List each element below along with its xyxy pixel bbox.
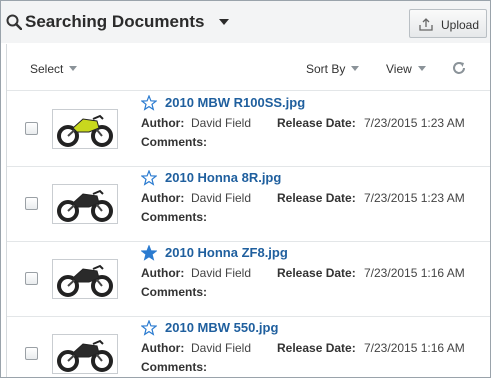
view-label: View [386,62,412,76]
document-name-link[interactable]: 2010 Honna ZF8.jpg [165,245,288,260]
motorcycle-icon [57,114,113,147]
page-title[interactable]: Searching Documents [25,12,205,32]
author-label: Author: [141,116,185,130]
row-checkbox[interactable] [25,122,38,135]
author-field: Author: [141,191,184,205]
select-menu[interactable]: Select [30,62,78,76]
document-thumbnail[interactable] [52,109,118,149]
author-value: David Field [191,191,252,205]
upload-button[interactable]: Upload [409,9,487,38]
document-thumbnail[interactable] [52,184,118,224]
author-label: Author: [141,266,185,280]
upload-label: Upload [441,18,480,32]
comments-label: Comments: [141,360,208,374]
release-date-value: 7/23/2015 1:23 AM [364,116,465,130]
comments-label: Comments: [141,210,208,224]
document-row[interactable]: 2010 MBW R100SS.jpg Author: David Field Rel… [7,92,490,167]
search-icon [6,14,22,30]
list-toolbar: Select Sort By View [7,44,490,91]
sort-by-menu[interactable]: Sort By [306,62,360,76]
release-date-value: 7/23/2015 1:16 AM [364,341,465,355]
comments-label: Comments: [141,135,208,149]
row-checkbox[interactable] [25,197,38,210]
document-row[interactable]: 2010 MBW 550.jpg Author: David Field Releas… [7,317,490,377]
release-date-value: 7/23/2015 1:23 AM [364,191,465,205]
author-field: Author: [141,341,184,355]
author-field: Author: [141,266,184,280]
author-value: David Field [191,116,252,130]
document-list-area: Select Sort By View 2010 MBW R100SS.jpg A… [6,44,490,377]
motorcycle-icon [57,264,113,297]
favorite-star-icon[interactable] [141,95,157,111]
document-name-link[interactable]: 2010 Honna 8R.jpg [165,170,281,185]
author-value: David Field [191,266,252,280]
document-name-link[interactable]: 2010 MBW 550.jpg [165,320,278,335]
author-value: David Field [191,341,252,355]
motorcycle-icon [57,189,113,222]
author-field: Author: [141,116,184,130]
chevron-down-icon [351,66,360,71]
document-thumbnail[interactable] [52,259,118,299]
release-date-field: Release Date: [277,191,356,205]
release-date-label: Release Date: [277,191,356,205]
row-checkbox[interactable] [25,347,38,360]
chevron-down-icon [417,66,426,71]
favorite-star-icon[interactable] [141,245,157,261]
row-checkbox[interactable] [25,272,38,285]
document-thumbnail[interactable] [52,334,118,374]
release-date-label: Release Date: [277,266,356,280]
refresh-icon[interactable] [451,60,467,76]
author-label: Author: [141,341,185,355]
chevron-down-icon [69,66,78,71]
favorite-star-icon[interactable] [141,320,157,336]
documents-panel: Searching Documents Upload Select Sort B… [0,0,491,378]
document-row[interactable]: 2010 Honna 8R.jpg Author: David Field Relea… [7,167,490,242]
view-menu[interactable]: View [386,62,426,76]
document-row[interactable]: 2010 Honna ZF8.jpg Author: David Field Rele… [7,242,490,317]
panel-header: Searching Documents Upload [1,1,490,43]
motorcycle-icon [57,339,113,372]
document-name-link[interactable]: 2010 MBW R100SS.jpg [165,95,305,110]
author-label: Author: [141,191,185,205]
favorite-star-icon[interactable] [141,170,157,186]
release-date-field: Release Date: [277,266,356,280]
select-label: Select [30,62,64,76]
release-date-label: Release Date: [277,116,356,130]
release-date-field: Release Date: [277,116,356,130]
sort-by-label: Sort By [306,62,346,76]
release-date-field: Release Date: [277,341,356,355]
comments-label: Comments: [141,285,208,299]
upload-icon [419,18,433,31]
release-date-label: Release Date: [277,341,356,355]
release-date-value: 7/23/2015 1:16 AM [364,266,465,280]
title-dropdown-icon[interactable] [219,19,229,25]
